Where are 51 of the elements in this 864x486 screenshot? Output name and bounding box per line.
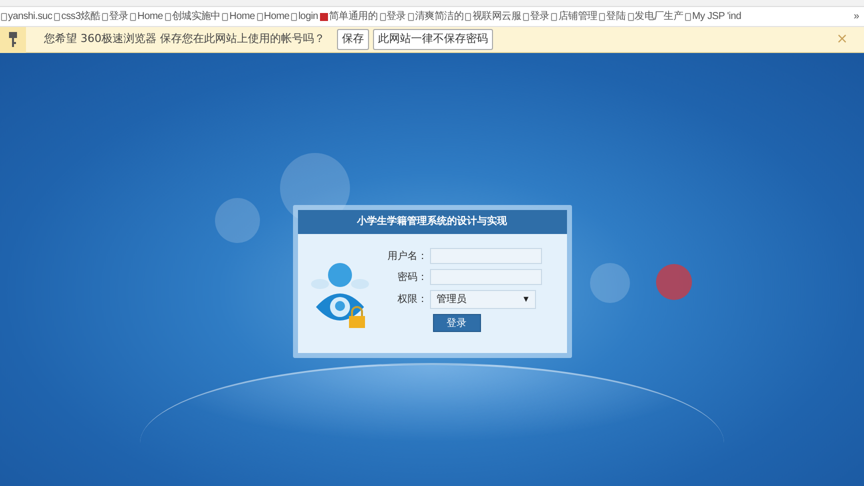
bookmark-link[interactable]: 创城实施中 [172, 9, 220, 24]
field-label: 用户名： [386, 250, 428, 264]
cursor-highlight [656, 264, 692, 300]
bookmark-link[interactable]: 店铺管理 [558, 9, 598, 24]
bookmark-link[interactable]: 简单通用的 [329, 9, 378, 24]
more-bookmarks-button[interactable]: » [854, 9, 863, 24]
bookmark-link[interactable]: Home [137, 9, 163, 24]
bookmark-link[interactable]: 发电厂生产 [634, 9, 684, 24]
bookmark-link[interactable]: login [298, 9, 318, 24]
select-value: 管理员 [436, 293, 466, 307]
page-icon [164, 12, 171, 20]
field-label: 权限： [396, 292, 428, 307]
page-icon [222, 12, 228, 20]
bookmark-link[interactable]: 登录 [109, 9, 128, 24]
bubble-decoration [590, 263, 630, 303]
page-icon [54, 12, 60, 20]
login-button[interactable]: 登录 [432, 314, 480, 332]
bubble-decoration [215, 198, 260, 243]
key-icon [0, 26, 26, 52]
page-icon [291, 12, 298, 20]
bookmark-link[interactable]: 登陆 [606, 9, 626, 24]
caret-icon: ▾ [523, 292, 528, 307]
page-icon [102, 12, 108, 20]
page-icon [628, 12, 634, 20]
page-icon [685, 12, 692, 20]
bookmark-link[interactable]: Home [229, 9, 255, 24]
bookmark-link[interactable]: yanshi.suc [8, 9, 52, 24]
password-field[interactable] [430, 269, 542, 285]
role-select[interactable]: 管理员 ▾ [430, 290, 536, 309]
prompt-button[interactable]: 此网站一律不保存密码 [373, 29, 493, 50]
bookmark-link[interactable]: 清爽简洁的 [414, 9, 464, 24]
prompt-message: 您希望 360极速浏览器 保存您在此网站上使用的帐号吗？ [44, 31, 325, 48]
prompt-button[interactable]: 保存 [337, 29, 369, 50]
page-icon [130, 12, 136, 20]
bookmark-link[interactable]: 视联网云服 [472, 9, 521, 24]
login-title: 小学生学籍管理系统的设计与实现 [298, 210, 566, 234]
page-icon [551, 12, 558, 20]
username-field[interactable] [430, 248, 542, 264]
page-icon [465, 12, 472, 20]
page-icon [256, 12, 263, 20]
page-icon [599, 12, 606, 20]
site-logo-icon [320, 12, 328, 20]
bookmark-link[interactable]: Home [264, 9, 290, 24]
bookmark-link[interactable]: 登录 [386, 9, 406, 24]
bookmark-link[interactable]: css3炫酷 [61, 9, 100, 24]
page-icon [380, 12, 386, 20]
page-icon [522, 12, 529, 20]
field-label: 密码： [396, 270, 428, 284]
page-icon [408, 12, 414, 20]
bookmark-link[interactable]: My JSP 'ind [692, 9, 742, 24]
bookmark-link[interactable]: 登录 [530, 9, 550, 24]
